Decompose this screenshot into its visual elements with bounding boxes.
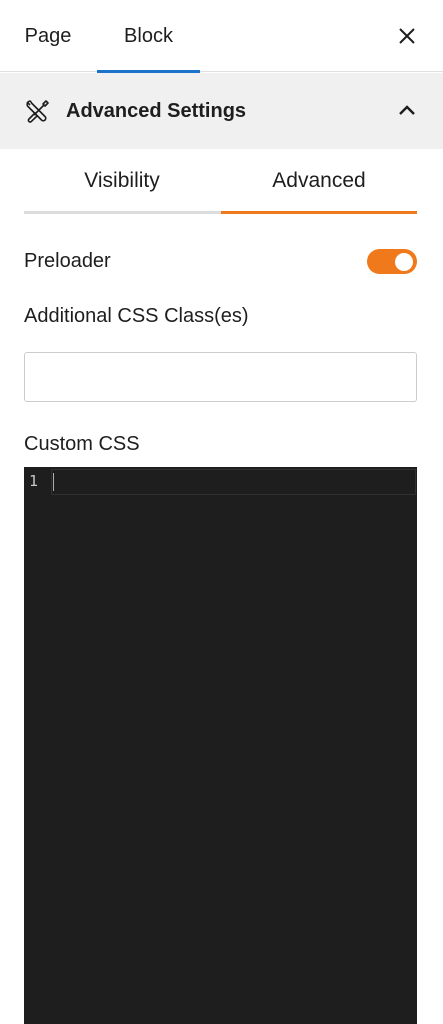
sidebar-header: Page Block (0, 0, 443, 73)
tab-advanced[interactable]: Advanced (221, 150, 417, 212)
close-icon (399, 28, 415, 44)
preloader-toggle[interactable] (367, 249, 417, 274)
tools-icon (26, 100, 49, 123)
line-number: 1 (28, 472, 38, 490)
active-subtab-indicator (221, 211, 417, 214)
subtab-divider (24, 211, 221, 214)
editor-cursor (53, 473, 54, 491)
tab-page[interactable]: Page (8, 0, 88, 72)
tab-advanced-label: Advanced (272, 169, 366, 192)
chevron-up-icon (399, 105, 415, 115)
advanced-settings-panel-toggle[interactable]: Advanced Settings (0, 73, 443, 149)
css-class-label: Additional CSS Class(es) (24, 305, 249, 327)
tab-block-label: Block (124, 24, 173, 47)
custom-css-label: Custom CSS (24, 433, 140, 455)
tab-visibility-label: Visibility (84, 169, 160, 192)
preloader-label: Preloader (24, 250, 111, 272)
tab-visibility[interactable]: Visibility (24, 150, 220, 212)
editor-active-line[interactable] (51, 469, 416, 495)
toggle-knob (395, 252, 413, 271)
settings-subtabs: Visibility Advanced (24, 150, 417, 215)
custom-css-editor[interactable]: 1 (24, 467, 417, 1024)
css-class-input[interactable] (24, 352, 417, 402)
panel-title: Advanced Settings (66, 99, 247, 122)
editor-gutter: 1 (24, 467, 51, 1024)
close-button[interactable] (389, 18, 425, 54)
tab-page-label: Page (24, 24, 72, 47)
tab-block[interactable]: Block (97, 0, 200, 73)
